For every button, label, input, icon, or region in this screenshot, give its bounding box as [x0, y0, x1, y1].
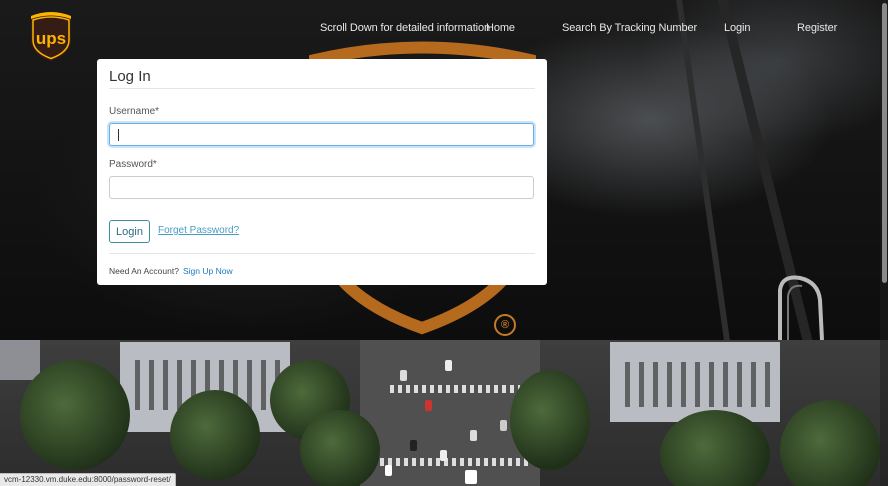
login-card: Log In Username* Password* Login Forget … [97, 59, 547, 285]
car [410, 440, 417, 451]
password-input[interactable] [109, 176, 534, 199]
signup-link[interactable]: Sign Up Now [183, 266, 233, 276]
nav-home[interactable]: Home [486, 22, 515, 34]
text-caret [118, 129, 119, 141]
car [465, 470, 477, 484]
building-far-left [0, 340, 40, 380]
tree [780, 400, 880, 486]
login-title: Log In [109, 68, 151, 85]
ups-logo[interactable]: ups [28, 10, 74, 62]
username-label: Username* [109, 106, 160, 117]
scrollbar-thumb[interactable] [882, 3, 887, 283]
car [400, 370, 407, 381]
car [470, 430, 477, 441]
car [500, 420, 507, 431]
car [440, 450, 447, 461]
mirror-icon [778, 275, 824, 340]
nav-register[interactable]: Register [797, 22, 837, 34]
crosswalk [390, 385, 520, 393]
car [385, 465, 392, 476]
navbar: ups Scroll Down for detailed information… [0, 0, 888, 62]
footer-divider [109, 253, 535, 254]
username-input[interactable] [109, 123, 534, 146]
page-scrollbar[interactable] [880, 0, 888, 486]
nav-login[interactable]: Login [724, 22, 751, 34]
title-divider [109, 88, 535, 89]
building-windows [625, 362, 775, 407]
crosswalk [380, 458, 530, 466]
tree [170, 390, 260, 480]
city-photo [0, 340, 888, 486]
car [445, 360, 452, 371]
registered-mark: ® [494, 314, 516, 336]
logo-text: ups [36, 29, 66, 48]
nav-scroll-down[interactable]: Scroll Down for detailed information [320, 22, 490, 34]
car [425, 400, 432, 411]
tree [510, 370, 590, 470]
tree [300, 410, 380, 486]
tree [20, 360, 130, 470]
need-account-text: Need An Account? [109, 266, 179, 276]
login-button[interactable]: Login [109, 220, 150, 243]
nav-search-tracking[interactable]: Search By Tracking Number [562, 22, 697, 34]
password-label: Password* [109, 159, 157, 170]
status-bar-url: vcm-12330.vm.duke.edu:8000/password-rese… [0, 473, 176, 486]
forgot-password-link[interactable]: Forget Password? [158, 225, 239, 236]
